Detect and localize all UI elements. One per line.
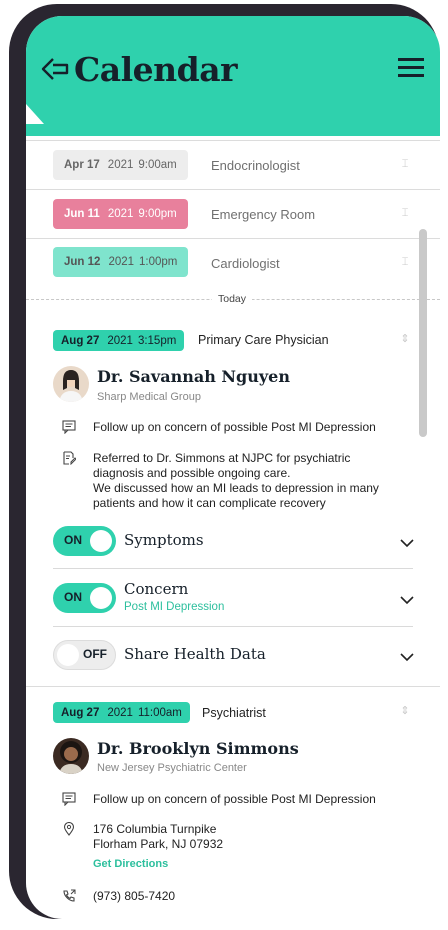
- toggle-state: ON: [64, 533, 82, 547]
- address: 176 Columbia Turnpike Florham Park, NJ 0…: [93, 822, 223, 852]
- phone-icon: [63, 889, 76, 902]
- phone-frame: Calendar Apr 17 2021 9:00am Endocrinolog…: [9, 4, 440, 919]
- avatar: [53, 738, 89, 774]
- appointment-note: Follow up on concern of possible Post MI…: [93, 792, 376, 806]
- appointment-title: Endocrinologist: [211, 158, 300, 173]
- toggle-state: ON: [64, 590, 82, 604]
- page-title: Calendar: [74, 50, 238, 89]
- drag-handle-icon[interactable]: ⇕: [399, 705, 411, 717]
- date-time: 1:00pm: [139, 256, 178, 268]
- divider: [53, 568, 413, 569]
- toggle-label: Symptoms: [124, 531, 204, 549]
- avatar: [53, 366, 89, 402]
- toggle-knob: [90, 530, 112, 552]
- date-year: 2021: [108, 256, 135, 268]
- date-year: 2021: [107, 208, 134, 220]
- referral-line: We discussed how an MI leads to depressi…: [93, 481, 379, 495]
- drag-handle-icon[interactable]: ⌶: [399, 207, 411, 219]
- chevron-down-icon[interactable]: [400, 596, 414, 605]
- get-directions-link[interactable]: Get Directions: [93, 858, 168, 870]
- drag-handle-icon[interactable]: ⌶: [399, 256, 411, 268]
- symptoms-toggle[interactable]: ON: [53, 526, 116, 556]
- date-pill[interactable]: Jun 12 2021 1:00pm: [53, 247, 188, 277]
- toggle-knob: [90, 587, 112, 609]
- referral-note: Referred to Dr. Simmons at NJPC for psyc…: [93, 451, 379, 511]
- doctor-organization: Sharp Medical Group: [97, 391, 201, 403]
- share-health-data-toggle[interactable]: OFF: [53, 640, 116, 670]
- concern-subtitle: Post MI Depression: [124, 601, 225, 613]
- drag-handle-icon[interactable]: ⇕: [399, 333, 411, 345]
- appointment-title: Primary Care Physician: [198, 333, 329, 347]
- date-time: 9:00pm: [138, 208, 177, 220]
- appointment-title: Cardiologist: [211, 256, 280, 271]
- concern-toggle[interactable]: ON: [53, 583, 116, 613]
- date-month-day: Jun 12: [64, 256, 101, 268]
- drag-handle-icon[interactable]: ⌶: [399, 158, 411, 170]
- appointment-title: Emergency Room: [211, 207, 316, 222]
- date-month-day: Jun 11: [64, 208, 100, 220]
- menu-icon[interactable]: [398, 58, 424, 82]
- toggle-state: OFF: [83, 647, 107, 661]
- header: Calendar: [26, 16, 440, 136]
- today-label: Today: [212, 293, 253, 305]
- date-year: 2021: [107, 334, 133, 347]
- divider: [53, 626, 413, 627]
- chevron-down-icon[interactable]: [400, 539, 414, 548]
- address-line: 176 Columbia Turnpike: [93, 822, 217, 836]
- referral-line: patients and how it can complicate recov…: [93, 496, 326, 510]
- location-pin-icon: [63, 822, 75, 836]
- date-time: 11:00am: [137, 706, 182, 719]
- divider: [26, 189, 440, 190]
- date-pill[interactable]: Apr 17 2021 9:00am: [53, 150, 188, 180]
- date-time: 3:15pm: [137, 334, 177, 347]
- message-icon: [62, 792, 76, 806]
- message-icon: [62, 420, 76, 434]
- toggle-knob: [57, 644, 79, 666]
- scrollbar[interactable]: [419, 229, 427, 437]
- date-pill[interactable]: Aug 27 2021 3:15pm: [53, 330, 185, 351]
- appointment-title: Psychiatrist: [202, 706, 266, 720]
- toggle-label: Concern: [124, 580, 189, 598]
- appointment-note: Follow up on concern of possible Post MI…: [93, 420, 376, 434]
- back-arrow-icon[interactable]: [40, 56, 70, 82]
- date-pill[interactable]: Jun 11 2021 9:00pm: [53, 199, 188, 229]
- chevron-down-icon[interactable]: [400, 653, 414, 662]
- document-edit-icon: [63, 451, 76, 465]
- referral-line: diagnosis and possible ongoing care.: [93, 466, 291, 480]
- date-year: 2021: [107, 706, 133, 719]
- address-line: Florham Park, NJ 07932: [93, 837, 224, 851]
- divider: [26, 238, 440, 239]
- referral-line: Referred to Dr. Simmons at NJPC for psyc…: [93, 451, 351, 465]
- date-time: 9:00am: [138, 159, 177, 171]
- divider: [26, 686, 440, 687]
- doctor-organization: New Jersey Psychiatric Center: [97, 762, 247, 774]
- date-month-day: Aug 27: [61, 706, 100, 719]
- doctor-name: Dr. Brooklyn Simmons: [97, 739, 299, 758]
- divider: [26, 140, 440, 141]
- header-cut: [26, 104, 44, 124]
- date-month-day: Aug 27: [61, 334, 100, 347]
- doctor-name: Dr. Savannah Nguyen: [97, 367, 290, 386]
- date-year: 2021: [107, 159, 134, 171]
- date-month-day: Apr 17: [64, 159, 100, 171]
- screen: Calendar Apr 17 2021 9:00am Endocrinolog…: [26, 16, 440, 919]
- date-pill[interactable]: Aug 27 2021 11:00am: [53, 702, 190, 723]
- phone-number[interactable]: (973) 805-7420: [93, 889, 175, 904]
- toggle-label: Share Health Data: [124, 645, 266, 663]
